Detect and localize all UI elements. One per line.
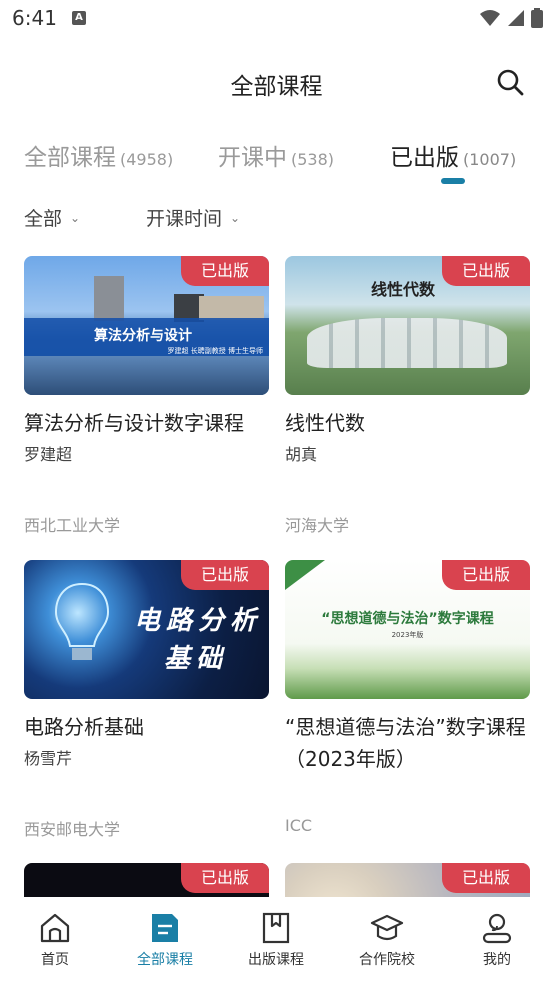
course-card-algorithm[interactable]: 算法分析与设计 罗建超 长聘副教授 博士生导师 已出版 算法分析与设计数字课程 … [24,256,269,465]
tab-count: (538) [291,150,335,169]
sort-filter-label: 开课时间 [146,208,223,230]
published-badge: 已出版 [181,863,269,893]
graduation-cap-icon [370,914,404,941]
nav-published-courses[interactable]: 出版课程 [231,911,321,969]
published-badge: 已出版 [442,863,530,893]
chevron-down-icon: ⌄ [70,210,81,225]
nav-home[interactable]: 首页 [10,911,100,969]
status-icons [479,8,543,28]
cover-title: 算法分析与设计 [94,328,192,344]
tab-label: 全部课程 [24,145,116,171]
nav-label: 出版课程 [248,952,304,968]
course-cover: 已出版 [285,863,530,897]
cover-subtitle: 2023年版 [391,631,424,639]
tab-label: 已出版 [390,145,459,171]
course-card-circuit-analysis[interactable]: 电路分析 基础 已出版 电路分析基础 杨雪芹 [24,560,269,769]
nav-label: 合作院校 [359,952,415,968]
status-bar: 6:41 A [0,0,553,40]
tab-count: (4958) [120,150,174,169]
tab-in-session[interactable]: 开课中 (538) [218,138,334,172]
course-school: ICC [285,816,313,835]
sort-filter[interactable]: 开课时间 ⌄ [146,204,240,231]
tab-all-courses[interactable]: 全部课程 (4958) [24,138,173,172]
course-list-icon [152,914,178,942]
course-card[interactable]: 已出版 [24,863,269,897]
chevron-down-icon: ⌄ [230,210,241,225]
page-title: 全部课程 [230,74,323,100]
battery-icon [531,8,543,28]
course-teacher: 胡真 [285,445,318,464]
category-filter[interactable]: 全部 ⌄ [24,204,80,231]
nav-partner-schools[interactable]: 合作院校 [342,911,432,969]
course-school: 西北工业大学 [24,516,121,535]
course-title: 算法分析与设计数字课程 [24,411,244,435]
course-card-linear-algebra[interactable]: 线性代数 已出版 线性代数 胡真 [285,256,530,465]
nav-label: 全部课程 [137,952,193,968]
tab-count: (1007) [463,150,517,169]
tab-label: 开课中 [218,145,287,171]
published-badge: 已出版 [181,256,269,286]
course-cover: 电路分析 基础 已出版 [24,560,269,699]
header: 全部课程 [0,55,553,107]
course-teacher: 罗建超 [24,445,73,464]
course-card[interactable]: 已出版 [285,863,530,897]
course-title: 线性代数 [285,411,365,435]
course-cover: “思想道德与法治”数字课程 2023年版 已出版 [285,560,530,699]
course-school: 河海大学 [285,516,350,535]
category-filter-label: 全部 [24,208,63,230]
nav-label: 我的 [483,952,511,968]
lightbulb-icon [54,582,110,660]
cover-title: “思想道德与法治”数字课程 [321,611,494,627]
cover-title-line1: 电路分析 [134,606,263,636]
published-badge: 已出版 [442,560,530,590]
course-school: 西安邮电大学 [24,820,121,839]
user-icon [482,913,512,944]
home-icon [40,913,70,943]
text-notification-icon: A [72,11,86,25]
filter-bar: 全部 ⌄ 开课时间 ⌄ [0,200,553,236]
tab-published[interactable]: 已出版 (1007) [390,138,516,172]
active-tab-indicator [441,178,465,184]
course-cover: 已出版 [24,863,269,897]
course-cover: 线性代数 已出版 [285,256,530,395]
course-teacher: 杨雪芹 [24,749,73,768]
signal-icon [508,10,524,26]
bottom-nav: 首页 全部课程 出版课程 合作院校 我的 [0,897,553,984]
status-time: 6:41 [12,6,57,30]
course-tabs: 全部课程 (4958) 开课中 (538) 已出版 (1007) [0,138,553,188]
cover-title: 线性代数 [371,280,436,299]
cover-subtitle: 罗建超 长聘副教授 博士生导师 [167,347,263,355]
nav-mine[interactable]: 我的 [452,911,542,969]
search-icon[interactable] [495,67,525,97]
bookmark-book-icon [262,912,290,944]
wifi-icon [480,10,500,26]
published-badge: 已出版 [442,256,530,286]
course-title: “思想道德与法治”数字课程（2023年版） [285,715,526,771]
course-title: 电路分析基础 [24,715,144,739]
course-cover: 算法分析与设计 罗建超 长聘副教授 博士生导师 已出版 [24,256,269,395]
nav-label: 首页 [41,952,69,968]
nav-all-courses[interactable]: 全部课程 [120,911,210,969]
course-card-moral-law[interactable]: “思想道德与法治”数字课程 2023年版 已出版 “思想道德与法治”数字课程（2… [285,560,530,775]
published-badge: 已出版 [181,560,269,590]
cover-title-line2: 基础 [164,644,229,674]
